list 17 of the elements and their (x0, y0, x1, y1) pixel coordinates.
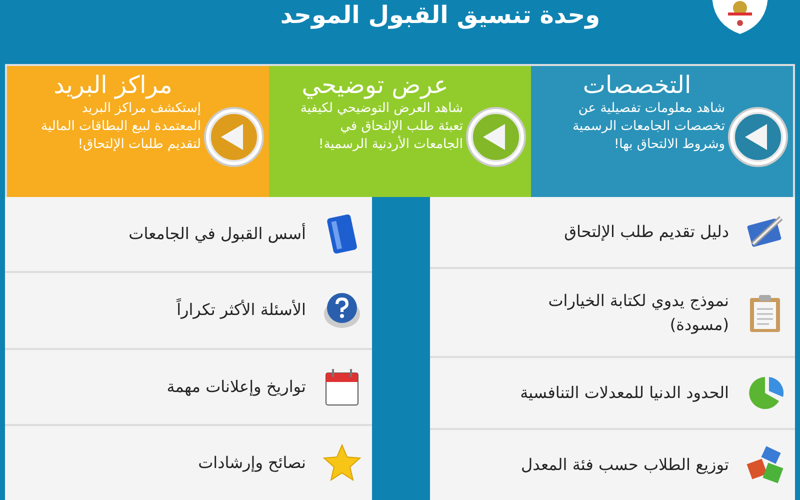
menu-link[interactable]: الحدود الدنيا للمعدلات التنافسية (430, 358, 795, 430)
menu-link[interactable]: أسس القبول في الجامعات (5, 197, 372, 274)
site-title: وحدة تنسيق القبول الموحد (280, 0, 600, 30)
menu-link[interactable]: توزيع الطلاب حسب فئة المعدل (430, 430, 795, 500)
emblem-logo (710, 0, 770, 34)
menu-link[interactable]: دليل تقديم طلب الإلتحاق (430, 197, 795, 269)
menu-link[interactable]: نموذج يدوي لكتابة الخيارات (مسودة) (430, 268, 795, 358)
panel-description: شاهد معلومات تفصيلية عن تخصصات الجامعات الرسمية وشروط الالتحاق بها! (572, 100, 725, 154)
panel-description: شاهد العرض التوضيحي لكيفية تعبئة طلب الإلتحاق في الجامعات الأردنية الرسمية! (299, 100, 463, 154)
panel-description: إستكشف مراكز البريد المعتمدة لبيع البطاقات المالية لتقديم طلبات الإلتحاق! (40, 100, 201, 154)
menu-link[interactable]: تواريخ وإعلانات مهمة (5, 350, 372, 426)
panel-title: مراكز البريد (54, 70, 172, 100)
feature-panel[interactable]: التخصصات شاهد معلومات تفصيلية عن تخصصات الجامعات الرسمية وشروط الالتحاق بها! (531, 66, 793, 197)
menu-link[interactable]: نصائح وإرشادات (5, 426, 372, 500)
menu-link[interactable]: الأسئلة الأكثر تكراراً (5, 273, 372, 350)
panel-title: التخصصات (582, 70, 692, 100)
panel-title: عرض توضيحي (302, 70, 448, 100)
